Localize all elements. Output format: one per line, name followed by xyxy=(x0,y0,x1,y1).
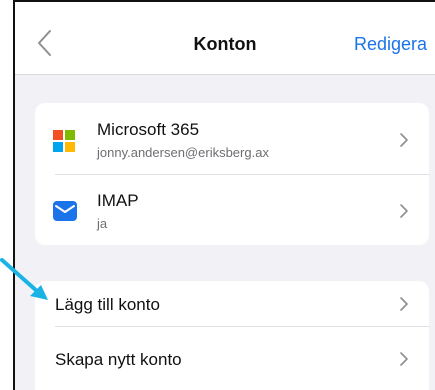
account-name: IMAP xyxy=(97,191,139,210)
navigation-bar: Konton Redigera xyxy=(15,2,435,75)
chevron-right-icon xyxy=(400,133,408,147)
chevron-right-icon xyxy=(400,297,408,311)
create-account-label: Skapa nytt konto xyxy=(55,350,182,369)
accounts-list-area: Microsoft 365 jonny.andersen@eriksberg.a… xyxy=(15,75,435,390)
add-account-button[interactable]: Lägg till konto xyxy=(35,281,429,326)
chevron-right-icon xyxy=(400,204,408,218)
actions-card: Lägg till konto Skapa nytt konto xyxy=(35,281,429,390)
chevron-right-icon xyxy=(400,352,408,366)
account-row-imap[interactable]: IMAP ja xyxy=(35,175,429,245)
add-account-label: Lägg till konto xyxy=(55,295,160,314)
account-email: jonny.andersen@eriksberg.ax xyxy=(97,145,269,160)
account-email: ja xyxy=(97,216,108,231)
pointer-arrow-icon xyxy=(0,258,48,300)
account-name: Microsoft 365 xyxy=(97,120,200,139)
account-row-microsoft365[interactable]: Microsoft 365 jonny.andersen@eriksberg.a… xyxy=(35,103,429,174)
accounts-card: Microsoft 365 jonny.andersen@eriksberg.a… xyxy=(35,103,429,245)
edit-button[interactable]: Redigera xyxy=(354,34,427,55)
mail-icon xyxy=(53,201,77,221)
create-account-button[interactable]: Skapa nytt konto xyxy=(35,327,429,390)
microsoft-logo-icon xyxy=(53,130,75,152)
